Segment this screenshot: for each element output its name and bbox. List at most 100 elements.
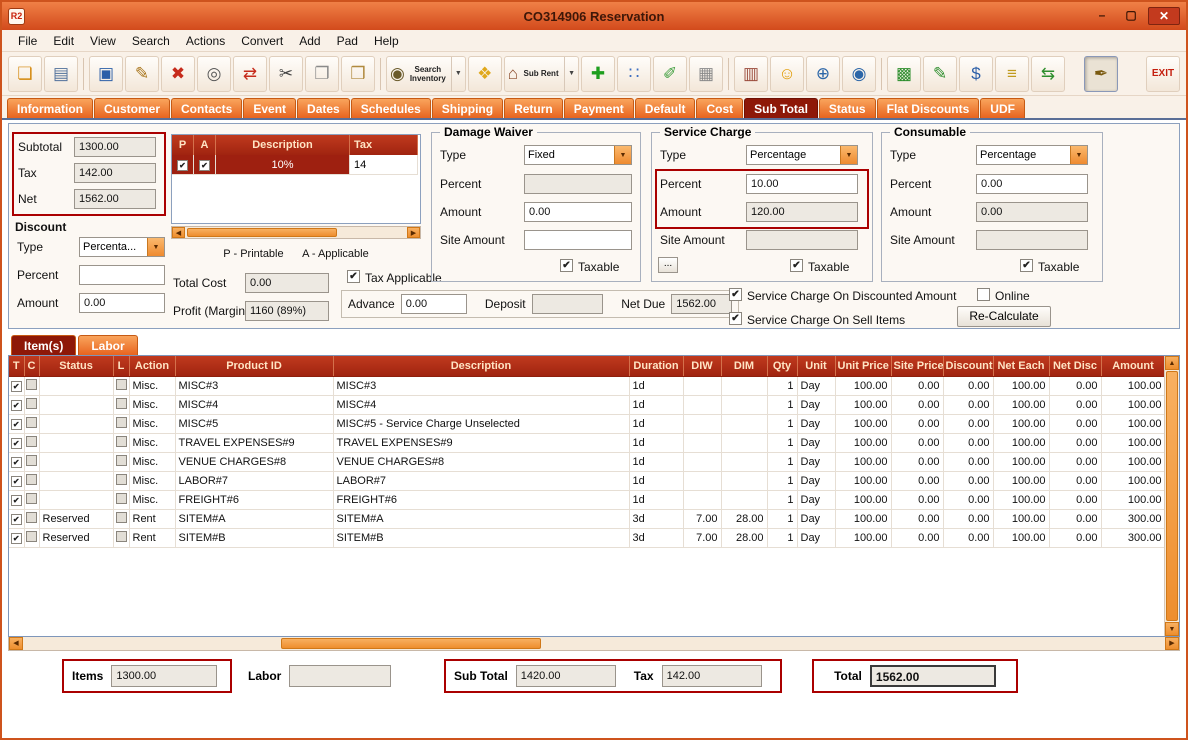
scroll-right-icon[interactable]: ▶ — [1165, 637, 1179, 650]
discount-percent-field[interactable] — [79, 265, 165, 285]
rates-button[interactable]: ≡ — [995, 56, 1029, 92]
lock-checkbox[interactable] — [116, 512, 127, 523]
currency-button[interactable]: $ — [959, 56, 993, 92]
tab-cost[interactable]: Cost — [696, 98, 743, 118]
tax-grid-col-p[interactable]: P — [172, 135, 194, 155]
wand-button[interactable]: ✒ — [1084, 56, 1118, 92]
column-header-discount[interactable]: Discount — [943, 356, 993, 376]
cons-type-combo[interactable]: Percentage ▼ — [976, 145, 1088, 165]
transact-checkbox[interactable]: ✔ — [11, 419, 22, 430]
confirm-checkbox[interactable] — [26, 531, 37, 542]
dw-amount-field[interactable]: 0.00 — [524, 202, 632, 222]
column-header-site-price[interactable]: Site Price — [891, 356, 943, 376]
cube-button[interactable]: ▩ — [887, 56, 921, 92]
cons-percent-field[interactable]: 0.00 — [976, 174, 1088, 194]
transfer-button[interactable]: ⇄ — [233, 56, 267, 92]
menu-item-edit[interactable]: Edit — [45, 32, 82, 50]
lock-checkbox[interactable] — [116, 417, 127, 428]
tab-udf[interactable]: UDF — [980, 98, 1025, 118]
minimize-button[interactable]: – — [1090, 7, 1114, 25]
column-header-unit-price[interactable]: Unit Price — [835, 356, 891, 376]
delete-button[interactable]: ✖ — [161, 56, 195, 92]
column-header-action[interactable]: Action — [129, 356, 175, 376]
menu-item-pad[interactable]: Pad — [329, 32, 366, 50]
tab-shipping[interactable]: Shipping — [432, 98, 503, 118]
add-item-button[interactable]: ✚ — [581, 56, 615, 92]
dw-taxable-checkbox[interactable]: ✔ — [560, 259, 573, 272]
confirm-checkbox[interactable] — [26, 474, 37, 485]
sc-on-discounted-checkbox[interactable]: ✔ — [729, 288, 742, 301]
new-document-button[interactable]: ❏ — [8, 56, 42, 92]
chevron-down-icon[interactable]: ▼ — [147, 238, 164, 256]
sc-on-sell-items-checkbox[interactable]: ✔ — [729, 312, 742, 325]
column-header-status[interactable]: Status — [39, 356, 113, 376]
confirm-checkbox[interactable] — [26, 436, 37, 447]
cut-button[interactable]: ✂ — [269, 56, 303, 92]
chevron-down-icon[interactable]: ▼ — [564, 57, 575, 91]
menu-item-actions[interactable]: Actions — [178, 32, 233, 50]
dw-site-amount-field[interactable] — [524, 230, 632, 250]
save-button[interactable]: ▣ — [89, 56, 123, 92]
discount-amount-field[interactable]: 0.00 — [79, 293, 165, 313]
site-button[interactable]: ▥ — [734, 56, 768, 92]
kits-button[interactable]: ∷ — [617, 56, 651, 92]
discount-type-combo[interactable]: Percenta... ▼ — [79, 237, 165, 257]
transact-checkbox[interactable]: ✔ — [11, 476, 22, 487]
online-checkbox[interactable] — [977, 288, 990, 301]
confirm-checkbox[interactable] — [26, 417, 37, 428]
items-hscrollbar[interactable]: ◀ ▶ — [8, 637, 1180, 651]
sc-type-combo[interactable]: Percentage ▼ — [746, 145, 858, 165]
lock-checkbox[interactable] — [116, 531, 127, 542]
column-header-unit[interactable]: Unit — [797, 356, 835, 376]
column-header-l[interactable]: L — [113, 356, 129, 376]
table-row[interactable]: ✔ReservedRentSITEM#ASITEM#A3d7.0028.001D… — [9, 509, 1165, 528]
scroll-down-icon[interactable]: ▼ — [1165, 622, 1179, 636]
scrollbar-thumb[interactable] — [187, 228, 337, 237]
exit-button[interactable]: EXIT — [1146, 56, 1180, 92]
table-row[interactable]: ✔Misc.MISC#5MISC#5 - Service Charge Unse… — [9, 414, 1165, 433]
menu-item-help[interactable]: Help — [366, 32, 407, 50]
pad-button[interactable]: ▦ — [689, 56, 723, 92]
transact-checkbox[interactable]: ✔ — [11, 457, 22, 468]
transact-checkbox[interactable]: ✔ — [11, 533, 22, 544]
sc-taxable-checkbox[interactable]: ✔ — [790, 259, 803, 272]
transact-checkbox[interactable]: ✔ — [11, 381, 22, 392]
lock-checkbox[interactable] — [116, 379, 127, 390]
maximize-button[interactable]: ▢ — [1119, 7, 1143, 25]
scroll-left-icon[interactable]: ◀ — [172, 227, 185, 238]
notes-button[interactable]: ✐ — [653, 56, 687, 92]
chevron-down-icon[interactable]: ▼ — [614, 146, 631, 164]
column-header-qty[interactable]: Qty — [767, 356, 797, 376]
copy-button[interactable]: ❐ — [305, 56, 339, 92]
column-header-diw[interactable]: DIW — [683, 356, 721, 376]
lock-checkbox[interactable] — [116, 436, 127, 447]
table-row[interactable]: ✔ReservedRentSITEM#BSITEM#B3d7.0028.001D… — [9, 528, 1165, 547]
transact-checkbox[interactable]: ✔ — [11, 514, 22, 525]
customer-button[interactable]: ☺ — [770, 56, 804, 92]
sync-button[interactable]: ⇆ — [1031, 56, 1065, 92]
tax-grid-col-a[interactable]: A — [194, 135, 216, 155]
confirm-checkbox[interactable] — [26, 398, 37, 409]
column-header-duration[interactable]: Duration — [629, 356, 683, 376]
advance-field[interactable]: 0.00 — [401, 294, 467, 314]
transact-checkbox[interactable]: ✔ — [11, 495, 22, 506]
column-header-c[interactable]: C — [24, 356, 39, 376]
tab-schedules[interactable]: Schedules — [351, 98, 431, 118]
lock-checkbox[interactable] — [116, 474, 127, 485]
world-button[interactable]: ⊕ — [806, 56, 840, 92]
tab-status[interactable]: Status — [819, 98, 876, 118]
scrollbar-thumb[interactable] — [1166, 371, 1178, 621]
scroll-right-icon[interactable]: ▶ — [407, 227, 420, 238]
menu-item-view[interactable]: View — [82, 32, 124, 50]
confirm-checkbox[interactable] — [26, 512, 37, 523]
transact-checkbox[interactable]: ✔ — [11, 400, 22, 411]
sc-percent-field[interactable]: 10.00 — [746, 174, 858, 194]
recalculate-button[interactable]: Re-Calculate — [957, 306, 1051, 327]
items-vscrollbar[interactable]: ▲ ▼ — [1164, 356, 1179, 636]
items-tab-item-s-[interactable]: Item(s) — [11, 335, 76, 355]
column-header-amount[interactable]: Amount — [1101, 356, 1165, 376]
tab-event[interactable]: Event — [243, 98, 296, 118]
lock-checkbox[interactable] — [116, 493, 127, 504]
printable-checkbox[interactable]: ✔ — [177, 160, 188, 171]
column-header-description[interactable]: Description — [333, 356, 629, 376]
